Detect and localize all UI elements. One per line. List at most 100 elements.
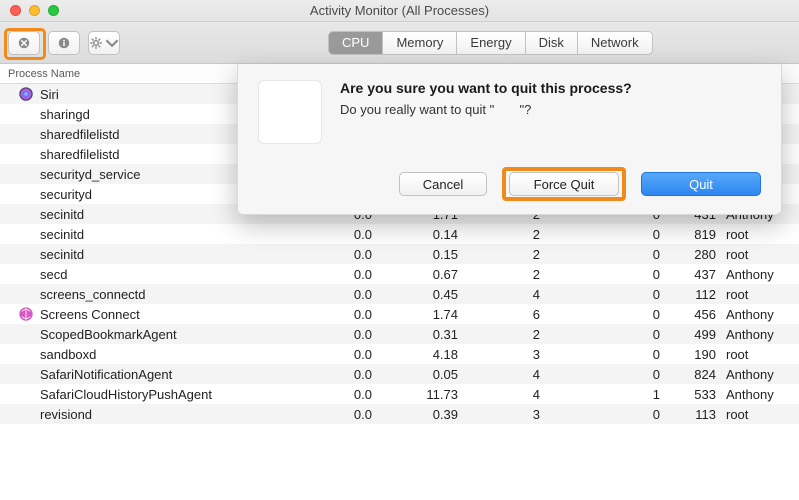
tab-energy[interactable]: Energy (457, 32, 525, 54)
cancel-button[interactable]: Cancel (399, 172, 487, 196)
table-row[interactable]: SafariCloudHistoryPushAgent 0.011.7341533… (0, 384, 799, 404)
cell-cpu-time: 0.15 (372, 247, 458, 262)
table-row[interactable]: ScopedBookmarkAgent0.00.3120499Anthony (0, 324, 799, 344)
cell-threads: 4 (458, 387, 540, 402)
cell-cpu-time: 0.67 (372, 267, 458, 282)
force-quit-button[interactable]: Force Quit (509, 172, 619, 196)
cell-idle-wake: 0 (540, 287, 660, 302)
tab-network[interactable]: Network (578, 32, 652, 54)
table-row[interactable]: SafariNotificationAgent0.00.0540824Antho… (0, 364, 799, 384)
cell-idle-wake: 0 (540, 267, 660, 282)
cell-cpu: 0.0 (300, 267, 372, 282)
cell-cpu: 0.0 (300, 327, 372, 342)
screens-connect-icon (18, 306, 34, 322)
cell-threads: 2 (458, 227, 540, 242)
process-name: secinitd (40, 207, 84, 222)
cell-user: Anthony (716, 327, 796, 342)
tab-memory[interactable]: Memory (383, 32, 457, 54)
cell-user: root (716, 227, 796, 242)
process-name: SafariNotificationAgent (40, 367, 172, 382)
quit-process-dialog: Are you sure you want to quit this proce… (237, 64, 782, 215)
cell-threads: 6 (458, 307, 540, 322)
window-zoom-button[interactable] (48, 5, 59, 16)
cell-pid: 437 (660, 267, 716, 282)
process-name: SafariCloudHistoryPushAgent (40, 387, 212, 402)
gear-icon (89, 36, 103, 50)
cell-cpu: 0.0 (300, 387, 372, 402)
cell-pid: 499 (660, 327, 716, 342)
process-name: ScopedBookmarkAgent (40, 327, 177, 342)
cell-threads: 4 (458, 287, 540, 302)
cell-pid: 533 (660, 387, 716, 402)
cell-threads: 3 (458, 347, 540, 362)
dialog-app-icon (258, 80, 322, 144)
window-minimize-button[interactable] (29, 5, 40, 16)
process-name: sharedfilelistd (40, 127, 120, 142)
process-name: securityd_service (40, 167, 140, 182)
table-row[interactable]: revisiond0.00.3930113root (0, 404, 799, 424)
process-name: securityd (40, 187, 92, 202)
cell-cpu: 0.0 (300, 227, 372, 242)
tab-bar: CPU Memory Energy Disk Network (328, 31, 653, 55)
quit-button[interactable]: Quit (641, 172, 761, 196)
cell-threads: 3 (458, 407, 540, 422)
toolbar: CPU Memory Energy Disk Network (0, 22, 799, 64)
table-row[interactable]: Screens Connect0.01.7460456Anthony (0, 304, 799, 324)
cell-user: root (716, 287, 796, 302)
tab-cpu[interactable]: CPU (329, 32, 383, 54)
cell-user: root (716, 247, 796, 262)
cell-pid: 190 (660, 347, 716, 362)
table-row[interactable]: screens_connectd0.00.4540112root (0, 284, 799, 304)
info-icon (57, 36, 71, 50)
window-close-button[interactable] (10, 5, 21, 16)
cell-pid: 456 (660, 307, 716, 322)
inspect-process-button[interactable] (48, 31, 80, 55)
process-name: secinitd (40, 247, 84, 262)
stop-icon (17, 36, 31, 50)
cell-cpu: 0.0 (300, 367, 372, 382)
siri-icon (18, 86, 34, 102)
tab-disk[interactable]: Disk (526, 32, 578, 54)
cell-cpu: 0.0 (300, 307, 372, 322)
chevron-down-icon (105, 36, 119, 50)
quit-process-button[interactable] (8, 31, 40, 55)
cell-idle-wake: 0 (540, 347, 660, 362)
cell-cpu-time: 4.18 (372, 347, 458, 362)
cell-idle-wake: 0 (540, 227, 660, 242)
cell-user: root (716, 347, 796, 362)
cell-threads: 2 (458, 267, 540, 282)
cell-cpu: 0.0 (300, 407, 372, 422)
cell-pid: 824 (660, 367, 716, 382)
cell-idle-wake: 1 (540, 387, 660, 402)
cell-cpu-time: 0.31 (372, 327, 458, 342)
cell-user: root (716, 407, 796, 422)
process-name: Screens Connect (40, 307, 140, 322)
traffic-lights (0, 5, 59, 16)
table-row[interactable]: secinitd0.00.1420819root (0, 224, 799, 244)
process-name: sharedfilelistd (40, 147, 120, 162)
cell-idle-wake: 0 (540, 307, 660, 322)
cell-pid: 112 (660, 287, 716, 302)
cell-threads: 2 (458, 247, 540, 262)
table-row[interactable]: secinitd0.00.1520280root (0, 244, 799, 264)
cell-cpu-time: 0.05 (372, 367, 458, 382)
table-row[interactable]: secd0.00.6720437Anthony (0, 264, 799, 284)
process-name: secinitd (40, 227, 84, 242)
cell-idle-wake: 0 (540, 327, 660, 342)
cell-user: Anthony (716, 387, 796, 402)
cell-threads: 4 (458, 367, 540, 382)
dialog-heading: Are you sure you want to quit this proce… (340, 80, 632, 96)
cell-idle-wake: 0 (540, 407, 660, 422)
process-name: revisiond (40, 407, 92, 422)
cell-cpu-time: 0.14 (372, 227, 458, 242)
table-row[interactable]: sandboxd0.04.1830190root (0, 344, 799, 364)
process-name: sharingd (40, 107, 90, 122)
cell-user: Anthony (716, 367, 796, 382)
dialog-message: Do you really want to quit " "? (340, 102, 632, 117)
column-header-process-name[interactable]: Process Name (8, 68, 80, 80)
process-name: sandboxd (40, 347, 96, 362)
cell-user: Anthony (716, 267, 796, 282)
options-button[interactable] (88, 31, 120, 55)
process-name: Siri (40, 87, 59, 102)
cell-cpu-time: 11.73 (372, 387, 458, 402)
